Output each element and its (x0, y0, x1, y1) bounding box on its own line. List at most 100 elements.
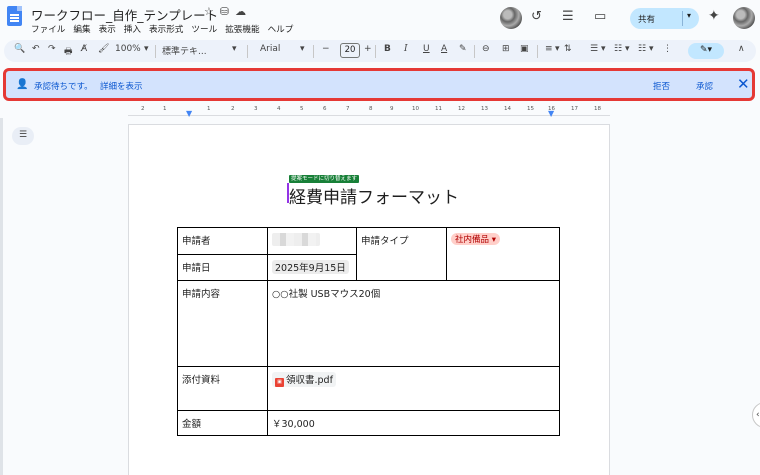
ruler-tick: 17 (571, 106, 578, 112)
text-color-button[interactable]: A (441, 44, 447, 54)
ruler-tick: 10 (412, 106, 419, 112)
underline-button[interactable]: U (423, 44, 430, 54)
ruler-tick: 1 (207, 106, 211, 112)
gemini-icon[interactable]: ✦ (708, 8, 720, 24)
chevron-down-icon[interactable]: ▾ (144, 44, 149, 54)
increase-font-size-button[interactable]: + (364, 44, 372, 54)
paragraph-style-select[interactable]: 標準テキ... (162, 44, 207, 57)
ruler-tick: 4 (277, 106, 281, 112)
amount-value[interactable]: ￥30,000 (267, 410, 560, 436)
content-label: 申請内容 (177, 280, 268, 367)
chevron-down-icon[interactable]: ▾ (649, 44, 654, 54)
date-value-cell[interactable]: 2025年9月15日 (267, 254, 357, 281)
attachment-label: 添付資料 (177, 366, 268, 411)
ruler-tick: 11 (435, 106, 442, 112)
move-folder-icon[interactable]: ⛁ (220, 5, 229, 18)
paint-format-icon[interactable]: 🖌 (98, 44, 109, 54)
menu-edit[interactable]: 編集 (73, 23, 90, 35)
document-outline-icon[interactable]: ☰ (12, 127, 34, 145)
type-dropdown-chip[interactable]: 社内備品 ▾ (451, 233, 500, 245)
collapse-toolbar-icon[interactable]: ∧ (738, 44, 745, 54)
editing-mode-button[interactable]: ✎▾ (688, 43, 724, 59)
chevron-down-icon[interactable]: ▾ (687, 11, 691, 20)
document-heading[interactable]: 経費申請フォーマット (289, 183, 459, 208)
history-icon[interactable]: ↺ (531, 9, 542, 24)
approval-banner: 👤 承認待ちです。 詳細を表示 拒否 承認 ✕ (3, 68, 755, 101)
print-icon[interactable]: 🖶 (64, 44, 73, 60)
ruler-tick: 6 (323, 106, 327, 112)
bulleted-list-icon[interactable]: ☷ (614, 44, 622, 54)
checklist-icon[interactable]: ☰ (590, 44, 598, 54)
meet-icon[interactable]: ▭ (594, 9, 606, 24)
insert-image-icon[interactable]: ▣ (520, 44, 529, 54)
date-label: 申請日 (177, 254, 268, 281)
ruler-tick: 12 (458, 106, 465, 112)
align-icon[interactable]: ≡ (545, 44, 553, 54)
toolbar-divider (247, 45, 248, 58)
italic-button[interactable]: I (404, 44, 408, 54)
toolbar-divider (155, 45, 156, 58)
line-spacing-icon[interactable]: ⇅ (564, 44, 572, 54)
menu-tools[interactable]: ツール (191, 23, 217, 35)
undo-icon[interactable]: ↶ (32, 44, 40, 54)
file-name: 領収書.pdf (286, 375, 333, 386)
title-bar: ワークフロー_自作_テンプレート ☆ ⛁ ☁ ファイル 編集 表示 挿入 表示形… (0, 0, 760, 38)
left-indent-marker-icon[interactable]: ▼ (186, 109, 192, 118)
docs-logo-icon[interactable] (7, 6, 22, 26)
font-size-input[interactable]: 20 (340, 43, 360, 58)
ruler-tick: 7 (346, 106, 350, 112)
menu-insert[interactable]: 挿入 (124, 23, 141, 35)
chevron-down-icon[interactable]: ▾ (232, 44, 237, 54)
side-panel-toggle[interactable]: ‹ (752, 402, 760, 428)
decrease-font-size-button[interactable]: − (322, 44, 330, 54)
menu-help[interactable]: ヘルプ (268, 23, 294, 35)
numbered-list-icon[interactable]: ☷ (638, 44, 646, 54)
attachment-value-cell[interactable]: ▣ 領収書.pdf (267, 366, 560, 411)
view-details-link[interactable]: 詳細を表示 (100, 80, 143, 92)
ruler-tick: 2 (141, 106, 145, 112)
toolbar: 🔍 ↶ ↷ 🖶 A̸ 🖌 100% ▾ 標準テキ... ▾ Arial ▾ − … (4, 40, 756, 62)
add-comment-icon[interactable]: ⊞ (502, 44, 510, 54)
type-value-cell[interactable]: 社内備品 ▾ (446, 227, 560, 281)
document-page[interactable]: 提案モードに切り替えます 経費申請フォーマット 申請者 申請タイプ 社内備品 ▾… (128, 124, 610, 475)
chevron-down-icon[interactable]: ▾ (625, 44, 630, 54)
cloud-status-icon[interactable]: ☁ (235, 5, 246, 18)
spellcheck-icon[interactable]: A̸ (81, 44, 87, 54)
content-value[interactable]: ○○社製 USBマウス20個 (267, 280, 560, 367)
star-icon[interactable]: ☆ (204, 5, 214, 18)
ruler-tick: 13 (481, 106, 488, 112)
bold-button[interactable]: B (384, 44, 391, 54)
font-family-select[interactable]: Arial (260, 44, 280, 54)
chevron-down-icon[interactable]: ▾ (300, 44, 305, 54)
comments-icon[interactable]: ☰ (562, 9, 574, 24)
toolbar-divider (313, 45, 314, 58)
search-menus-icon[interactable]: 🔍 (14, 44, 25, 54)
zoom-select[interactable]: 100% (115, 44, 141, 54)
file-chip[interactable]: ▣ 領収書.pdf (272, 372, 336, 387)
google-docs-window: ワークフロー_自作_テンプレート ☆ ⛁ ☁ ファイル 編集 表示 挿入 表示形… (0, 0, 760, 475)
applicant-value-cell[interactable] (267, 227, 357, 255)
account-avatar[interactable] (733, 7, 755, 29)
date-chip[interactable]: 2025年9月15日 (272, 260, 349, 274)
approval-message: 承認待ちです。 (34, 82, 93, 92)
horizontal-ruler[interactable]: ▼ 2 1 1 2 3 4 5 6 7 8 9 10 11 12 13 14 1… (128, 104, 610, 118)
menu-file[interactable]: ファイル (31, 23, 65, 35)
chevron-down-icon[interactable]: ▾ (555, 44, 560, 54)
document-title[interactable]: ワークフロー_自作_テンプレート (31, 5, 218, 24)
approve-button[interactable]: 承認 (696, 80, 713, 92)
menu-extensions[interactable]: 拡張機能 (225, 23, 259, 35)
insert-link-icon[interactable]: ⊖ (482, 44, 490, 54)
collaborator-avatar[interactable] (500, 7, 522, 29)
menu-format[interactable]: 表示形式 (149, 23, 183, 35)
close-icon[interactable]: ✕ (737, 75, 750, 93)
highlight-icon[interactable]: ✎ (459, 44, 467, 54)
share-label: 共有 (638, 14, 656, 25)
toolbar-divider (537, 45, 538, 58)
menu-view[interactable]: 表示 (99, 23, 116, 35)
share-button[interactable]: 共有 ▾ (630, 8, 699, 29)
reject-button[interactable]: 拒否 (653, 80, 670, 92)
ruler-line (128, 115, 610, 116)
more-options-icon[interactable]: ⋮ (663, 44, 672, 54)
chevron-down-icon[interactable]: ▾ (601, 44, 606, 54)
redo-icon[interactable]: ↷ (48, 44, 56, 54)
